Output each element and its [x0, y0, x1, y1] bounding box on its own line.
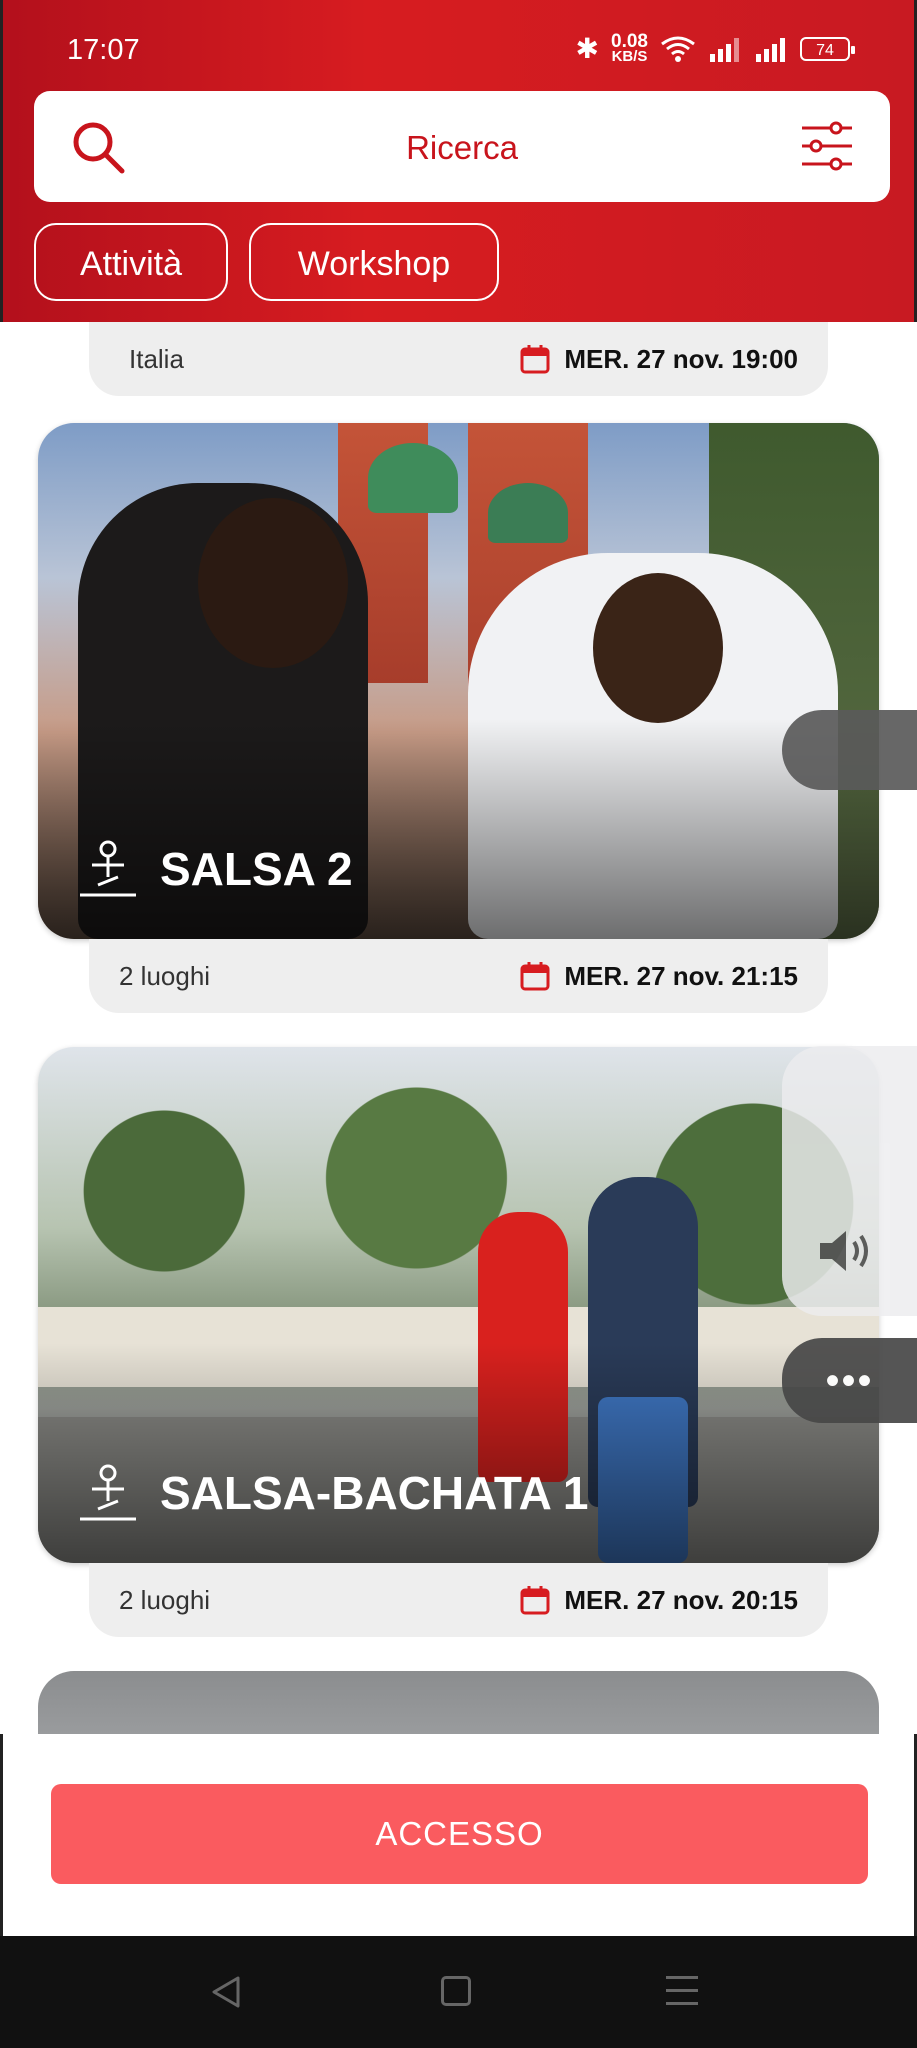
event-title-row: SALSA 2: [78, 839, 353, 899]
event-title: SALSA 2: [160, 843, 353, 895]
signal-icon: [710, 37, 739, 62]
status-icons: ✱ 0.08 KB/S 74: [575, 30, 855, 65]
recents-icon[interactable]: [666, 1976, 698, 2008]
status-time: 17:07: [67, 34, 140, 66]
more-options-button[interactable]: •••: [782, 1338, 917, 1423]
event-info-bar[interactable]: 2 luoghi MER. 27 nov. 21:15: [89, 939, 828, 1013]
event-card-salsa-bachata-1[interactable]: SALSA-BACHATA 1: [38, 1047, 879, 1563]
search-bar[interactable]: Ricerca: [34, 91, 890, 202]
filter-icon[interactable]: [800, 121, 854, 171]
event-date: MER. 27 nov. 21:15: [520, 961, 798, 992]
search-input[interactable]: Ricerca: [34, 129, 890, 167]
chip-attivita[interactable]: Attività: [34, 223, 228, 301]
system-nav-bar: [0, 1936, 917, 2048]
access-button[interactable]: ACCESSO: [51, 1784, 868, 1884]
event-place: 2 luoghi: [119, 960, 211, 991]
event-place: 2 luoghi: [119, 1584, 211, 1615]
calendar-icon: [520, 1586, 550, 1615]
event-date-text: MER. 27 nov. 19:00: [564, 343, 798, 374]
floating-panel-handle[interactable]: [782, 710, 917, 790]
bottom-area: ACCESSO: [0, 1734, 917, 1936]
event-date-text: MER. 27 nov. 21:15: [564, 960, 798, 991]
home-icon[interactable]: [441, 1976, 471, 2006]
back-icon[interactable]: [208, 1974, 244, 2010]
event-title-row: SALSA-BACHATA 1: [78, 1463, 588, 1523]
chip-workshop[interactable]: Workshop: [249, 223, 499, 301]
event-card-salsa-2[interactable]: SALSA 2: [38, 423, 879, 939]
event-date-text: MER. 27 nov. 20:15: [564, 1584, 798, 1615]
event-card-partial[interactable]: [38, 1671, 879, 1734]
network-speed-value: 0.08: [611, 30, 648, 52]
dance-class-icon: [80, 1464, 136, 1521]
event-list[interactable]: Italia MER. 27 nov. 19:00 SALSA 2 2 luog…: [0, 322, 917, 1734]
network-speed-unit: KB/S: [611, 47, 648, 65]
event-place: Italia: [129, 343, 184, 374]
event-date: MER. 27 nov. 20:15: [520, 1585, 798, 1616]
calendar-icon: [520, 962, 550, 991]
signal-icon-2: [756, 37, 785, 62]
floating-sound-panel[interactable]: [782, 1046, 917, 1316]
battery-icon: 74: [800, 36, 855, 61]
calendar-icon: [520, 345, 550, 374]
card-overlay: [38, 719, 879, 939]
dance-class-icon: [80, 840, 136, 897]
event-date: MER. 27 nov. 19:00: [520, 344, 798, 375]
bluetooth-icon: ✱: [575, 33, 600, 64]
event-info-bar[interactable]: Italia MER. 27 nov. 19:00: [89, 322, 828, 396]
card-overlay: [38, 1343, 879, 1563]
more-icon: •••: [825, 1358, 874, 1403]
volume-icon[interactable]: [816, 1226, 876, 1276]
app-header: 17:07 ✱ 0.08 KB/S 74 Ricerca Attività Wo…: [0, 0, 917, 322]
wifi-icon: [661, 36, 695, 62]
event-title: SALSA-BACHATA 1: [160, 1467, 589, 1519]
network-speed: 0.08 KB/S: [611, 30, 648, 65]
event-info-bar[interactable]: 2 luoghi MER. 27 nov. 20:15: [89, 1563, 828, 1637]
